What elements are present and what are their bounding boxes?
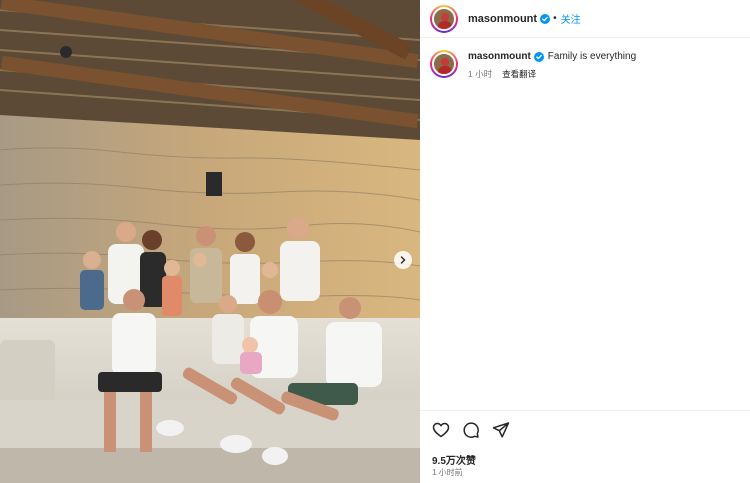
separator-dot: • [553,13,557,24]
family-photo-image [0,0,420,483]
author-avatar[interactable] [430,4,458,33]
chevron-right-icon [400,256,406,264]
author-username[interactable]: masonmount [468,13,537,25]
post-timestamp: 1 小时前 [432,468,463,477]
caption-author-avatar[interactable] [430,50,458,78]
caption-author-username[interactable]: masonmount [468,50,531,63]
caption-line: masonmount Family is everything [468,50,636,63]
post-caption: masonmount Family is everything 1 小时 查看翻… [430,50,745,80]
post-photo [0,0,420,483]
views-count[interactable]: 9.5万次赞 [432,452,476,467]
caption-body: masonmount Family is everything 1 小时 查看翻… [468,50,636,80]
follow-button[interactable]: 关注 [561,11,581,26]
post-details-panel: masonmount • 关注 masonmount Family is eve… [420,0,750,483]
heart-icon[interactable] [432,421,450,439]
verified-badge-icon [533,51,544,62]
carousel-next-button[interactable] [394,251,412,269]
share-icon[interactable] [492,421,510,439]
post-header: masonmount • 关注 [420,0,750,38]
action-icons [432,421,510,439]
post-actions-bar: 9.5万次赞 1 小时前 [420,410,750,483]
see-translation-link[interactable]: 查看翻译 [502,68,536,80]
caption-timestamp: 1 小时 [468,69,493,79]
caption-meta: 1 小时 查看翻译 [468,68,636,80]
caption-text: Family is everything [547,51,637,62]
verified-badge-icon [540,13,551,24]
comment-icon[interactable] [462,421,480,439]
